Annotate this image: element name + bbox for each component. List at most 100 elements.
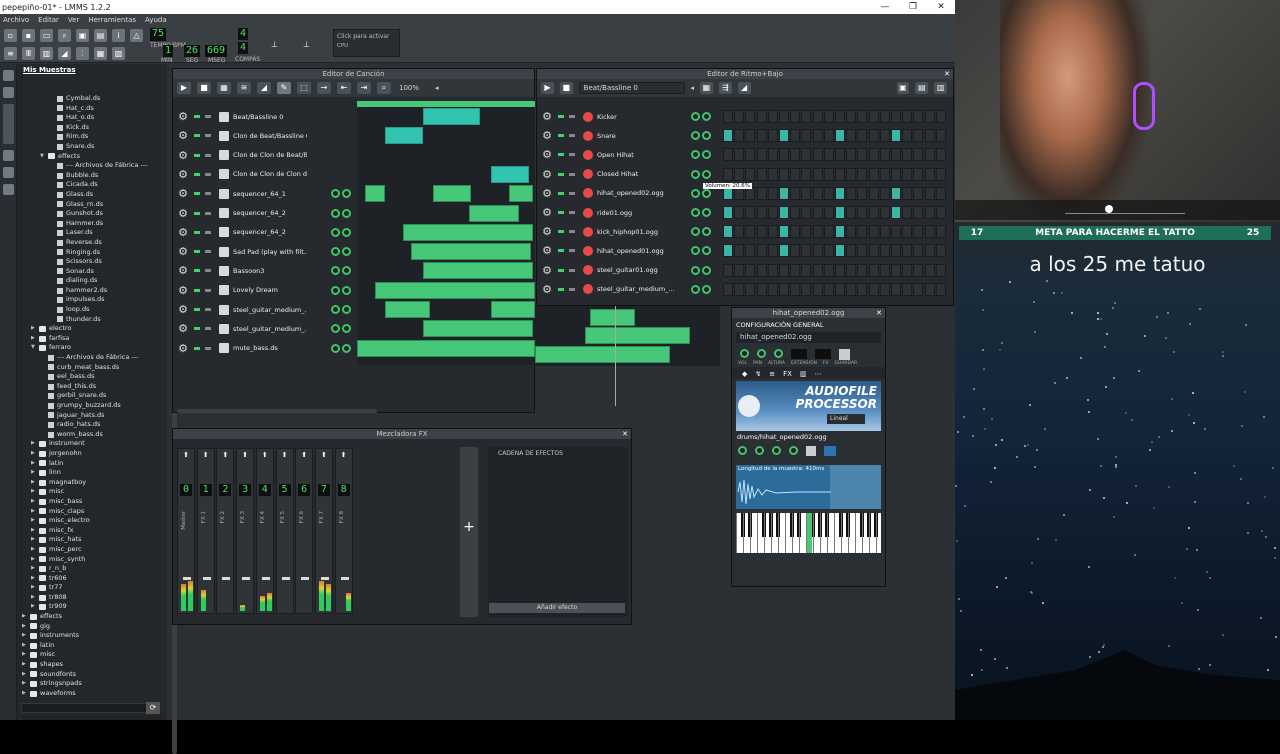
track-pan-knob[interactable] — [702, 169, 711, 179]
step-button[interactable] — [812, 225, 823, 239]
step-button[interactable] — [913, 244, 924, 258]
track-volume-knob[interactable] — [691, 284, 700, 294]
pattern-segment[interactable] — [357, 339, 535, 357]
track-name[interactable]: steel_guitar_medium_... — [597, 285, 677, 293]
automation-icon[interactable]: ◢ — [58, 47, 71, 60]
step-button[interactable] — [823, 282, 834, 296]
track-volume-knob[interactable] — [691, 188, 700, 198]
step-button[interactable] — [924, 206, 935, 219]
step-button[interactable] — [913, 206, 924, 219]
beat-track[interactable]: ⚙ Closed Hihat — [541, 165, 711, 184]
new-file-icon[interactable]: ▫ — [4, 29, 17, 42]
projects-tab-icon[interactable] — [3, 87, 14, 98]
track-name[interactable]: Clon de Clon de Clon d... — [233, 170, 307, 178]
sidebar-file[interactable]: --- Archivos de Fábrica --- — [17, 161, 157, 171]
menu-edit[interactable]: Editar — [38, 16, 59, 24]
mute-toggle[interactable] — [558, 211, 564, 214]
chevron-right-icon[interactable]: ▶ — [31, 593, 39, 603]
step-button[interactable] — [756, 129, 767, 143]
step-button[interactable] — [902, 282, 913, 296]
step-button[interactable] — [879, 148, 890, 162]
step-button[interactable] — [745, 167, 756, 181]
track-name[interactable]: hihat_opened02.ogg — [597, 189, 677, 197]
beat-play-icon[interactable]: ▶ — [541, 82, 554, 94]
send-arrow-icon[interactable]: ⬆ — [316, 451, 332, 459]
step-button[interactable] — [835, 244, 845, 258]
step-button[interactable] — [913, 110, 924, 123]
step-button[interactable] — [935, 186, 946, 200]
chevron-right-icon[interactable]: ▶ — [31, 535, 39, 545]
track-gear-icon[interactable]: ⚙ — [177, 129, 189, 142]
step-button[interactable] — [846, 110, 857, 123]
song-track[interactable]: ⚙ Clon de Beat/Bassline 0 — [177, 126, 351, 145]
step-button[interactable] — [891, 110, 901, 123]
sample-file-path[interactable]: drums/hihat_opened02.ogg — [732, 433, 885, 441]
sidebar-folder[interactable]: ▶ jorgenohn — [17, 449, 157, 459]
step-button[interactable] — [779, 244, 789, 258]
menu-help[interactable]: Ayuda — [145, 16, 167, 24]
step-button[interactable] — [891, 263, 901, 277]
sidebar-file[interactable]: thunder.ds — [17, 315, 157, 325]
track-pan-knob[interactable] — [342, 189, 351, 199]
solo-toggle[interactable] — [205, 172, 211, 176]
step-button[interactable] — [723, 167, 733, 181]
fx-channel[interactable]: ⬆ 4 FX 4 — [255, 448, 274, 614]
track-pan-knob[interactable] — [342, 305, 351, 314]
chevron-right-icon[interactable]: ▶ — [22, 622, 30, 632]
step-button[interactable] — [835, 282, 845, 296]
step-button[interactable] — [868, 244, 879, 258]
track-name[interactable]: Bassoon3 — [233, 267, 307, 275]
solo-toggle[interactable] — [569, 153, 575, 157]
beat-track[interactable]: ⚙ steel_guitar_medium_... — [541, 280, 711, 299]
step-button[interactable] — [846, 225, 857, 239]
track-name[interactable]: hihat_opened01.ogg — [597, 247, 677, 255]
add-beat-track-icon[interactable]: ▦ — [217, 82, 231, 94]
view-icon-2[interactable]: ▤ — [915, 82, 929, 94]
track-gear-icon[interactable]: ⚙ — [541, 129, 553, 142]
track-name[interactable]: ride01.ogg — [597, 209, 677, 217]
track-gear-icon[interactable]: ⚙ — [177, 149, 189, 162]
fx-channel-display[interactable] — [815, 349, 831, 359]
step-button[interactable] — [846, 263, 857, 277]
track-gear-icon[interactable]: ⚙ — [541, 225, 553, 238]
track-pan-knob[interactable] — [342, 247, 351, 257]
sidebar-file[interactable]: Kick.ds — [17, 123, 157, 133]
step-button[interactable] — [913, 167, 924, 181]
step-button[interactable] — [734, 225, 745, 239]
fx-tab-icon[interactable]: FX — [783, 370, 792, 378]
chevron-right-icon[interactable]: ▶ — [22, 650, 30, 660]
step-button[interactable] — [823, 129, 834, 143]
send-arrow-icon[interactable]: ⬆ — [336, 451, 352, 459]
fader-handle[interactable] — [320, 577, 329, 580]
volume-knob[interactable] — [740, 349, 749, 358]
step-button[interactable] — [902, 129, 913, 143]
piano-roll-icon[interactable]: ▥ — [40, 47, 53, 60]
step-button[interactable] — [812, 186, 823, 200]
step-button[interactable] — [767, 244, 778, 258]
mute-toggle[interactable] — [194, 288, 200, 292]
track-volume-knob[interactable] — [691, 246, 700, 256]
send-arrow-icon[interactable]: ⬆ — [296, 451, 312, 459]
waveform-display[interactable]: Longitud de la muestra: 410ms — [736, 465, 881, 509]
track-volume-knob[interactable] — [331, 208, 340, 218]
signature-bottom[interactable]: 4 — [238, 42, 249, 54]
track-gear-icon[interactable]: ⚙ — [177, 226, 189, 239]
chevron-right-icon[interactable]: ▶ — [31, 583, 39, 593]
sidebar-folder[interactable]: ▶ shapes — [17, 660, 157, 670]
mute-toggle[interactable] — [558, 115, 564, 118]
maximize-button[interactable]: ❐ — [899, 2, 927, 12]
close-button[interactable]: ✕ — [927, 2, 955, 12]
step-button[interactable] — [801, 244, 812, 258]
solo-toggle[interactable] — [569, 115, 575, 118]
step-button[interactable] — [868, 110, 879, 123]
mixer-icon[interactable]: ⫶ — [76, 47, 89, 60]
step-button[interactable] — [779, 129, 789, 143]
step-button[interactable] — [935, 148, 946, 162]
step-button[interactable] — [857, 206, 868, 219]
solo-toggle[interactable] — [569, 211, 575, 214]
step-button[interactable] — [723, 282, 733, 296]
step-button[interactable] — [902, 206, 913, 219]
step-button[interactable] — [902, 148, 913, 162]
loop-knob[interactable] — [789, 446, 798, 455]
step-button[interactable] — [812, 110, 823, 123]
